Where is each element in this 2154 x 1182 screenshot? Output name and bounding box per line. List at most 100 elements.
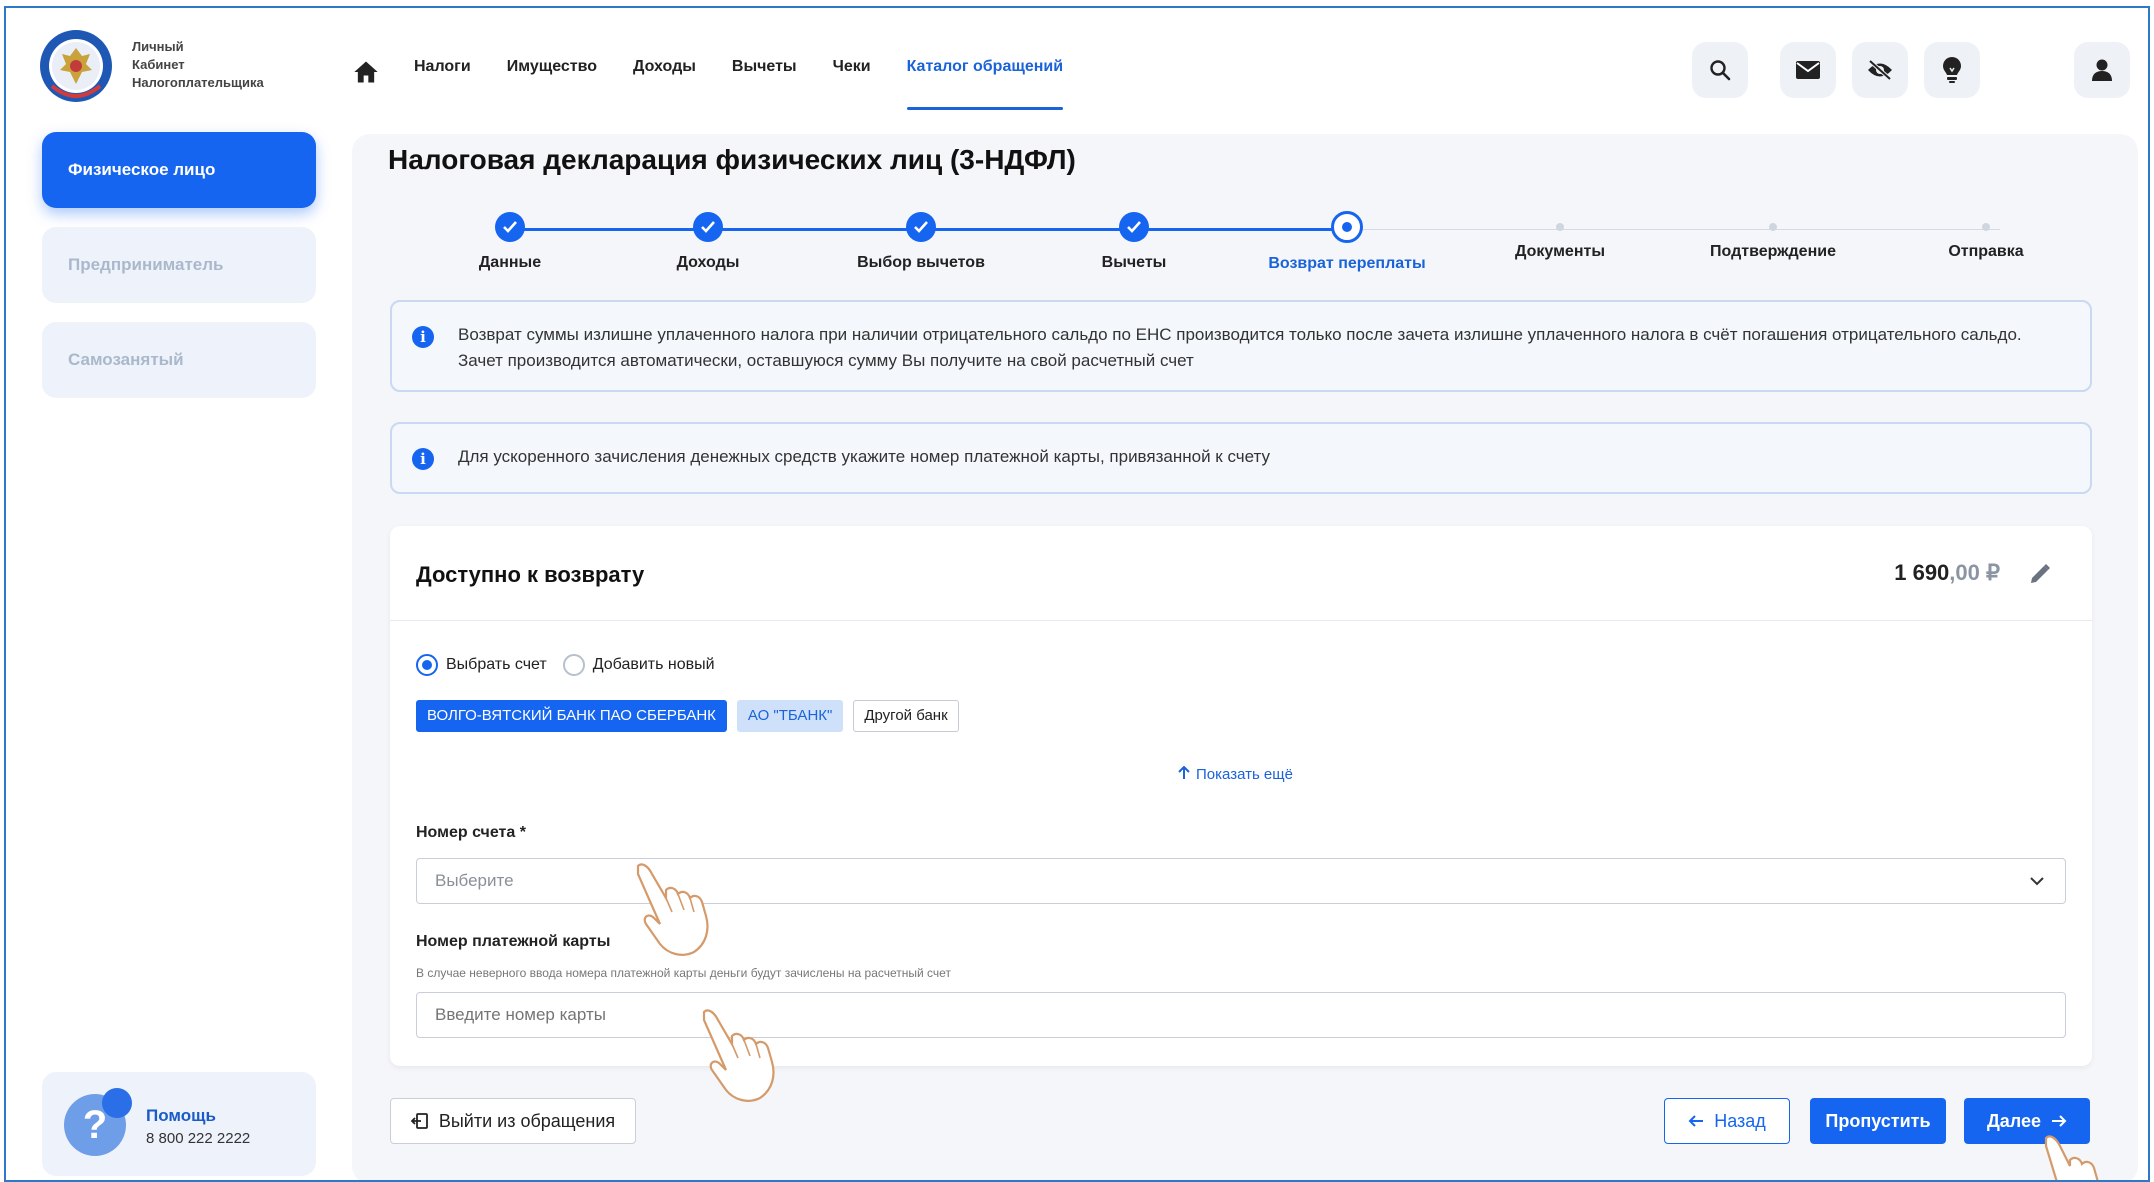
messages-button[interactable]: [1780, 42, 1836, 98]
nav-deductions[interactable]: Вычеты: [732, 8, 797, 126]
check-icon: [906, 212, 936, 242]
search-button[interactable]: [1692, 42, 1748, 98]
info-icon: i: [412, 448, 434, 470]
bank-chip-tbank[interactable]: АО "ТБАНК": [736, 700, 844, 732]
arrow-right-icon: [2052, 1115, 2067, 1127]
tips-button[interactable]: [1924, 42, 1980, 98]
radio-select-account-label[interactable]: Выбрать счет: [446, 656, 547, 674]
card-number-input[interactable]: [416, 992, 2066, 1038]
bank-chip-sberbank[interactable]: ВОЛГО-ВЯТСКИЙ БАНК ПАО СБЕРБАНК: [416, 700, 727, 732]
help-phone: 8 800 222 2222: [146, 1130, 251, 1147]
main-nav: Налоги Имущество Доходы Вычеты Чеки Ката…: [414, 8, 1099, 126]
amount-decimal: ,00 ₽: [1949, 560, 2000, 585]
step-income[interactable]: Доходы: [608, 208, 808, 272]
check-icon: [693, 212, 723, 242]
fns-logo[interactable]: [38, 28, 114, 104]
mail-icon: [1796, 61, 1820, 79]
logo-text: Личный Кабинет Налогоплательщика: [132, 38, 292, 92]
arrow-left-icon: [1688, 1115, 1704, 1127]
radio-add-new-label[interactable]: Добавить новый: [593, 656, 715, 674]
exit-request-button[interactable]: Выйти из обращения: [390, 1098, 636, 1144]
bank-chips: ВОЛГО-ВЯТСКИЙ БАНК ПАО СБЕРБАНК АО "ТБАН…: [416, 700, 969, 732]
radio-select-account[interactable]: [416, 654, 438, 676]
account-mode-radios: Выбрать счет Добавить новый: [416, 654, 715, 676]
back-label: Назад: [1714, 1110, 1766, 1131]
info-notice-negative-balance: i Возврат суммы излишне уплаченного нало…: [390, 300, 2092, 392]
pending-step-icon: [1556, 223, 1564, 231]
step-label: Вычеты: [1101, 254, 1167, 271]
exit-icon: [410, 1113, 428, 1129]
help-title: Помощь: [146, 1106, 216, 1125]
nav-receipts[interactable]: Чеки: [833, 8, 871, 126]
step-data[interactable]: Данные: [410, 208, 610, 272]
nav-income[interactable]: Доходы: [633, 8, 696, 126]
step-label: Выбор вычетов: [857, 254, 985, 271]
arrow-up-icon: [1178, 765, 1190, 779]
refund-title: Доступно к возврату: [416, 562, 645, 587]
current-step-icon: [1331, 211, 1363, 243]
card-number-label: Номер платежной карты: [416, 933, 611, 950]
refund-amount: 1 690,00 ₽: [1894, 560, 2000, 586]
lightbulb-icon: [1943, 57, 1961, 83]
back-button[interactable]: Назад: [1664, 1098, 1790, 1144]
visibility-toggle-button[interactable]: [1852, 42, 1908, 98]
app-window: Личный Кабинет Налогоплательщика Налоги …: [4, 6, 2150, 1182]
step-label: Возврат переплаты: [1268, 255, 1426, 272]
hand-pointer-icon: [2044, 1135, 2099, 1180]
step-label: Данные: [478, 254, 542, 271]
hand-pointer-icon: [636, 863, 709, 956]
nav-requests-catalog[interactable]: Каталог обращений: [906, 8, 1063, 126]
pencil-icon[interactable]: [2028, 562, 2052, 586]
amount-main: 1 690: [1894, 560, 1950, 585]
user-icon: [2092, 59, 2112, 81]
top-header: Личный Кабинет Налогоплательщика Налоги …: [6, 8, 2148, 126]
skip-button[interactable]: Пропустить: [1810, 1098, 1946, 1144]
step-deductions[interactable]: Вычеты: [1034, 208, 1234, 272]
eye-off-icon: [1868, 59, 1892, 81]
chevron-down-icon: [2030, 877, 2044, 886]
logo-line-2: Кабинет: [132, 57, 185, 72]
page-title: Налоговая декларация физических лиц (3-Н…: [388, 144, 1076, 175]
progress-stepper: Данные Доходы Выбор вычетов Вычеты Возвр…: [390, 208, 2098, 278]
info-notice-text: Возврат суммы излишне уплаченного налога…: [458, 325, 2022, 370]
bank-chip-other[interactable]: Другой банк: [853, 700, 959, 732]
account-number-placeholder: Выберите: [435, 871, 514, 890]
check-icon: [495, 212, 525, 242]
step-confirmation: Подтверждение: [1673, 208, 1873, 261]
nav-taxes[interactable]: Налоги: [414, 8, 471, 126]
info-icon: i: [412, 326, 434, 348]
logo-line-3: Налогоплательщика: [132, 75, 264, 90]
step-label: Доходы: [676, 254, 740, 271]
card-number-hint: В случае неверного ввода номера платежно…: [416, 966, 951, 980]
refund-card: Доступно к возврату 1 690,00 ₽ Выбрать с…: [390, 526, 2092, 1066]
show-more-label: Показать ещё: [1196, 766, 1293, 783]
profile-button[interactable]: [2074, 42, 2130, 98]
step-overpayment-refund[interactable]: Возврат переплаты: [1247, 208, 1447, 273]
help-icon-accent: [102, 1088, 132, 1118]
sidebar-item-entrepreneur[interactable]: Предприниматель: [42, 227, 316, 303]
info-notice-card: i Для ускоренного зачисления денежных ср…: [390, 422, 2092, 494]
radio-add-new[interactable]: [562, 654, 585, 676]
step-documents: Документы: [1460, 208, 1660, 261]
search-icon: [1710, 60, 1731, 81]
help-widget[interactable]: ? Помощь 8 800 222 2222: [42, 1072, 316, 1176]
home-icon[interactable]: [352, 58, 380, 86]
step-sending: Отправка: [1886, 208, 2086, 261]
sidebar-item-self-employed[interactable]: Самозанятый: [42, 322, 316, 398]
step-label: Отправка: [1948, 243, 2024, 260]
next-label: Далее: [1986, 1110, 2042, 1131]
step-label: Документы: [1515, 243, 1605, 260]
nav-property[interactable]: Имущество: [507, 8, 597, 126]
show-more-link[interactable]: Показать ещё: [1178, 765, 1293, 783]
step-deduction-choice[interactable]: Выбор вычетов: [821, 208, 1021, 272]
sidebar-item-individual[interactable]: Физическое лицо: [42, 132, 316, 208]
check-icon: [1119, 212, 1149, 242]
info-notice-text: Для ускоренного зачисления денежных сред…: [458, 447, 1270, 466]
exit-request-label: Выйти из обращения: [438, 1110, 616, 1131]
skip-label: Пропустить: [1825, 1110, 1931, 1131]
pending-step-icon: [1769, 223, 1777, 231]
step-label: Подтверждение: [1710, 243, 1836, 260]
hand-pointer-icon: [702, 1009, 775, 1102]
card-divider: [390, 620, 2092, 621]
logo-line-1: Личный: [132, 39, 184, 54]
